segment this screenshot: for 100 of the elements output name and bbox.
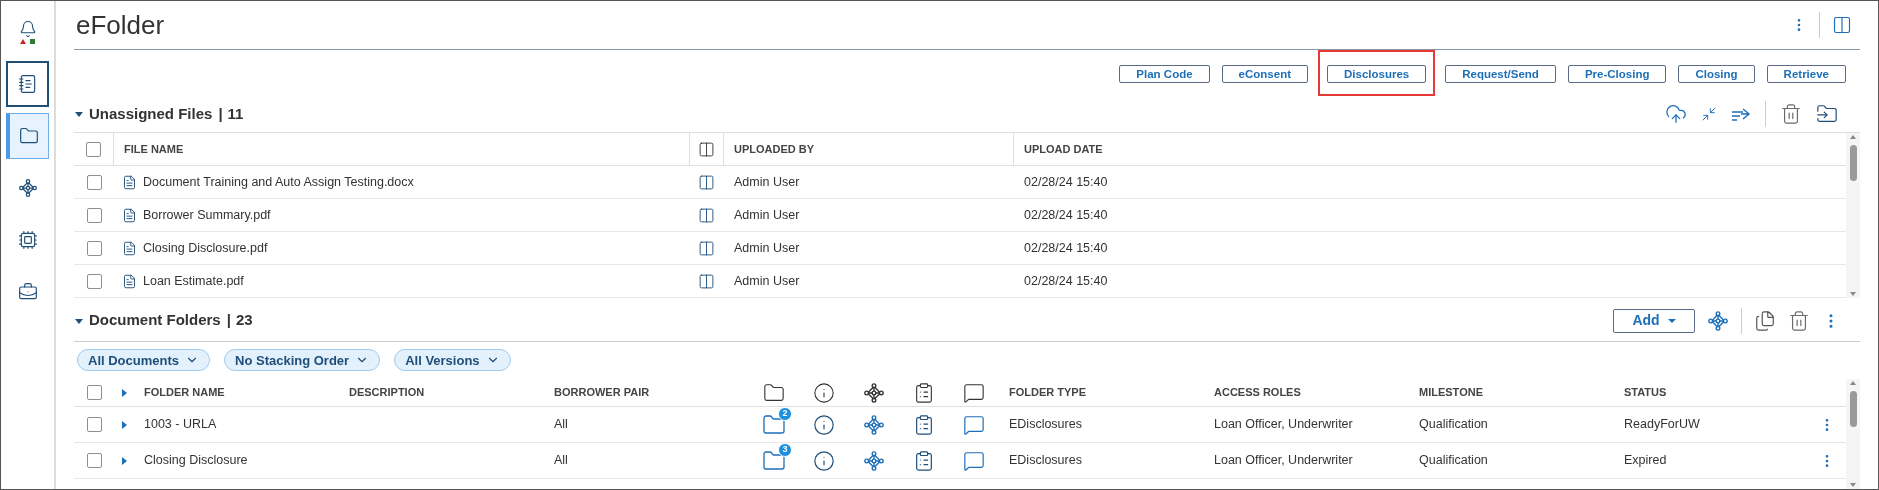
section-count: 11 <box>227 103 244 124</box>
clipboard-icon[interactable] <box>913 449 935 472</box>
file-name[interactable]: Loan Estimate.pdf <box>143 272 244 291</box>
document-icon <box>122 207 137 223</box>
page-title: eFolder <box>75 8 165 42</box>
table-cell-text: Admin User <box>733 207 801 225</box>
column-header: BORROWER PAIR <box>553 385 651 401</box>
collapse-arrows-icon[interactable] <box>1701 105 1717 122</box>
documents-icon[interactable] <box>1754 309 1776 332</box>
section-title: Unassigned Files <box>89 103 213 124</box>
info-icon[interactable] <box>813 413 835 436</box>
table-cell-text: Admin User <box>733 240 801 258</box>
checkbox[interactable] <box>86 417 102 432</box>
separator: | <box>226 310 231 331</box>
column-header: FILE NAME <box>123 142 185 158</box>
section-title: Document Folders <box>89 310 221 331</box>
split-view-icon[interactable] <box>1832 15 1852 36</box>
column-header: UPLOADED BY <box>724 133 1014 166</box>
table-cell-text: Qualification <box>1418 416 1489 434</box>
info-icon <box>813 381 835 404</box>
split-view-icon[interactable] <box>698 239 715 257</box>
column-header: STATUS <box>1623 385 1668 401</box>
upload-icon[interactable] <box>1665 102 1687 125</box>
document-icon <box>122 174 137 190</box>
action-button[interactable]: Request/Send <box>1445 65 1556 84</box>
split-view-icon[interactable] <box>698 272 715 290</box>
table-cell-text: EDisclosures <box>1008 416 1083 434</box>
file-name[interactable]: Borrower Summary.pdf <box>143 206 271 225</box>
info-icon[interactable] <box>813 449 835 472</box>
action-button[interactable]: Retrieve <box>1766 65 1846 84</box>
table-cell-text: All <box>553 452 569 470</box>
caret-icon[interactable] <box>119 387 129 398</box>
caret-icon <box>1667 317 1676 324</box>
checkbox[interactable] <box>86 453 102 468</box>
action-button[interactable]: eConsent <box>1221 65 1308 84</box>
table-cell-text: 02/28/24 15:40 <box>1023 207 1108 225</box>
trash-icon[interactable] <box>1788 309 1810 332</box>
bell-alert-icon <box>17 20 38 44</box>
scrollbar[interactable] <box>1846 133 1860 299</box>
table-cell-text: Loan Officer, Underwriter <box>1213 452 1354 470</box>
split-view-icon[interactable] <box>698 173 715 191</box>
briefcase-icon <box>17 282 38 302</box>
column-header: UPLOAD DATE <box>1023 142 1103 158</box>
scroll-down-icon[interactable] <box>1849 481 1857 489</box>
scroll-thumb[interactable] <box>1849 145 1857 182</box>
caret-icon[interactable] <box>119 419 129 430</box>
filter-dropdown[interactable]: No Stacking Order <box>224 349 381 372</box>
folder-icon[interactable] <box>762 412 786 437</box>
network-icon <box>1707 309 1729 332</box>
checkbox[interactable] <box>86 174 102 190</box>
sidebar-item[interactable] <box>6 61 49 107</box>
table-cell-text: All <box>553 416 569 434</box>
checkbox[interactable] <box>86 207 102 223</box>
filter-dropdown[interactable]: All Documents <box>77 349 210 372</box>
network-icon <box>17 178 38 198</box>
folder-name[interactable]: Closing Disclosure <box>134 451 339 470</box>
clipboard-icon <box>913 381 935 404</box>
checkbox[interactable] <box>86 273 102 289</box>
document-icon <box>122 240 137 256</box>
column-header: FOLDER TYPE <box>1008 385 1087 401</box>
action-button[interactable]: Plan Code <box>1119 65 1210 84</box>
list-icon <box>17 74 38 94</box>
checkbox[interactable] <box>86 141 101 157</box>
network-icon <box>863 381 885 404</box>
checkbox[interactable] <box>86 240 102 256</box>
action-button[interactable]: Disclosures <box>1327 65 1427 84</box>
file-name[interactable]: Closing Disclosure.pdf <box>143 239 268 258</box>
scroll-up-icon[interactable] <box>1849 379 1857 387</box>
comment-icon[interactable] <box>963 413 985 436</box>
add-dropdown[interactable]: Add <box>1613 308 1695 333</box>
clipboard-icon[interactable] <box>913 413 935 436</box>
scrollbar[interactable] <box>1846 379 1860 489</box>
filter-dropdown[interactable]: All Versions <box>394 349 511 372</box>
network-icon <box>863 413 885 436</box>
folder-icon <box>763 381 785 404</box>
comment-icon[interactable] <box>963 449 985 472</box>
sidebar-item[interactable] <box>6 113 49 159</box>
split-view-icon[interactable] <box>698 206 715 224</box>
scroll-thumb[interactable] <box>1849 391 1857 427</box>
action-button[interactable]: Pre-Closing <box>1567 65 1667 84</box>
folder-icon[interactable] <box>762 448 786 473</box>
trash-icon[interactable] <box>1780 102 1802 125</box>
split-view-icon[interactable] <box>698 140 715 158</box>
scroll-up-icon[interactable] <box>1849 133 1857 142</box>
column-header: FOLDER NAME <box>143 385 226 401</box>
table-cell-text: Admin User <box>733 273 801 291</box>
folder-move-icon[interactable] <box>1816 102 1838 125</box>
table-cell-text: Qualification <box>1418 452 1489 470</box>
action-button[interactable]: Closing <box>1678 65 1755 84</box>
checkbox[interactable] <box>86 385 102 400</box>
comment-icon <box>963 381 985 404</box>
column-header: DESCRIPTION <box>348 385 426 401</box>
table-cell-text: ReadyForUW <box>1623 416 1701 434</box>
table-cell-text: Loan Officer, Underwriter <box>1213 416 1354 434</box>
table-cell-text: Admin User <box>733 174 801 192</box>
network-icon <box>863 449 885 472</box>
folder-name[interactable]: 1003 - URLA <box>134 415 339 434</box>
caret-icon[interactable] <box>119 455 129 466</box>
file-name[interactable]: Document Training and Auto Assign Testing.docx <box>143 173 414 192</box>
table-cell-text: 02/28/24 15:40 <box>1023 240 1108 258</box>
